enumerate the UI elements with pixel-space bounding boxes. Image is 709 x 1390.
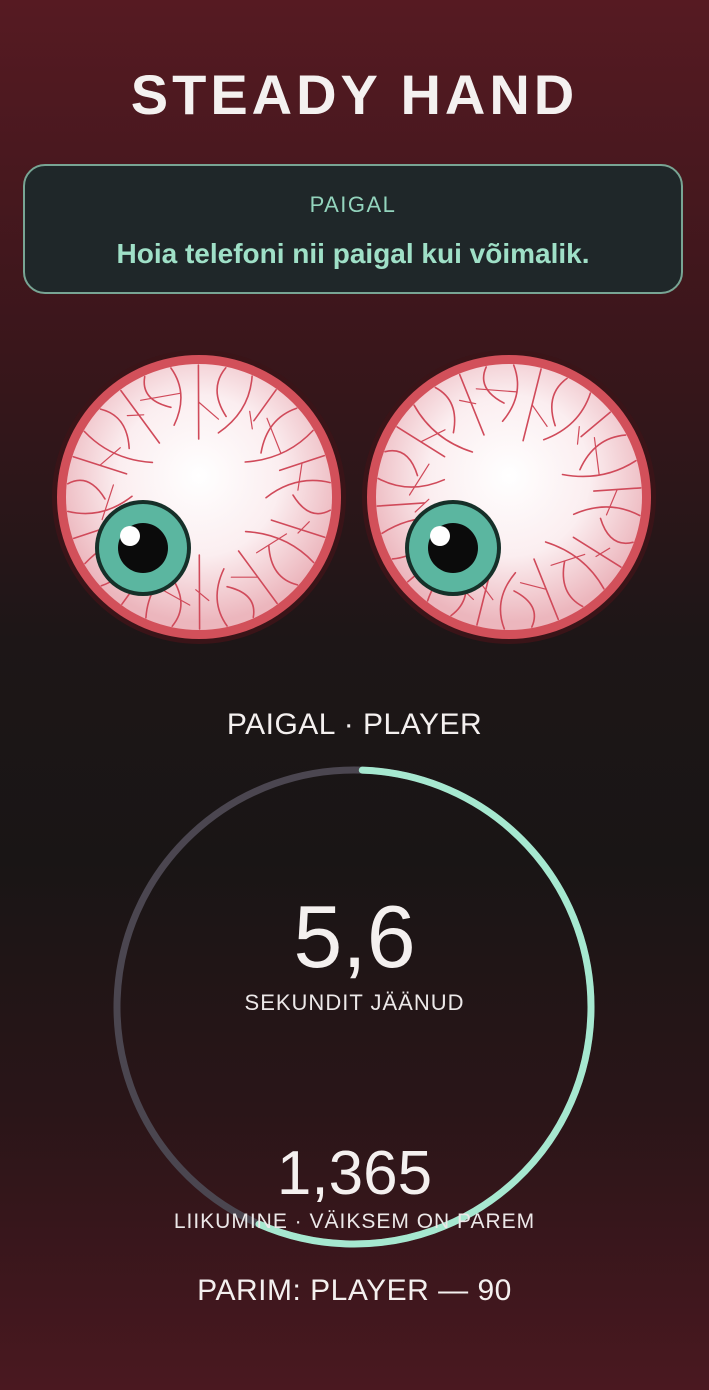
movement-caption: LIIKUMINE · VÄIKSEM ON PAREM xyxy=(173,1210,536,1233)
mode-label: PAIGAL xyxy=(309,192,397,217)
eyes-graphic xyxy=(52,350,656,644)
timer-caption: SEKUNDIT JÄÄNUD xyxy=(244,990,465,1015)
right-eye-icon xyxy=(362,350,656,644)
player-status: PAIGAL · PLAYER xyxy=(226,708,483,741)
instruction-text: Hoia telefoni nii paigal kui võimalik. xyxy=(116,238,590,269)
eyes-display xyxy=(0,350,709,650)
movement-value: 1,365 xyxy=(276,1139,433,1208)
game-title: STEADY HAND xyxy=(130,63,579,126)
instruction-card: PAIGAL Hoia telefoni nii paigal kui võim… xyxy=(23,164,683,294)
timer-value: 5,6 xyxy=(293,887,416,986)
best-score: PARIM: PLAYER — 90 xyxy=(197,1274,512,1307)
left-eye-icon xyxy=(52,350,346,644)
